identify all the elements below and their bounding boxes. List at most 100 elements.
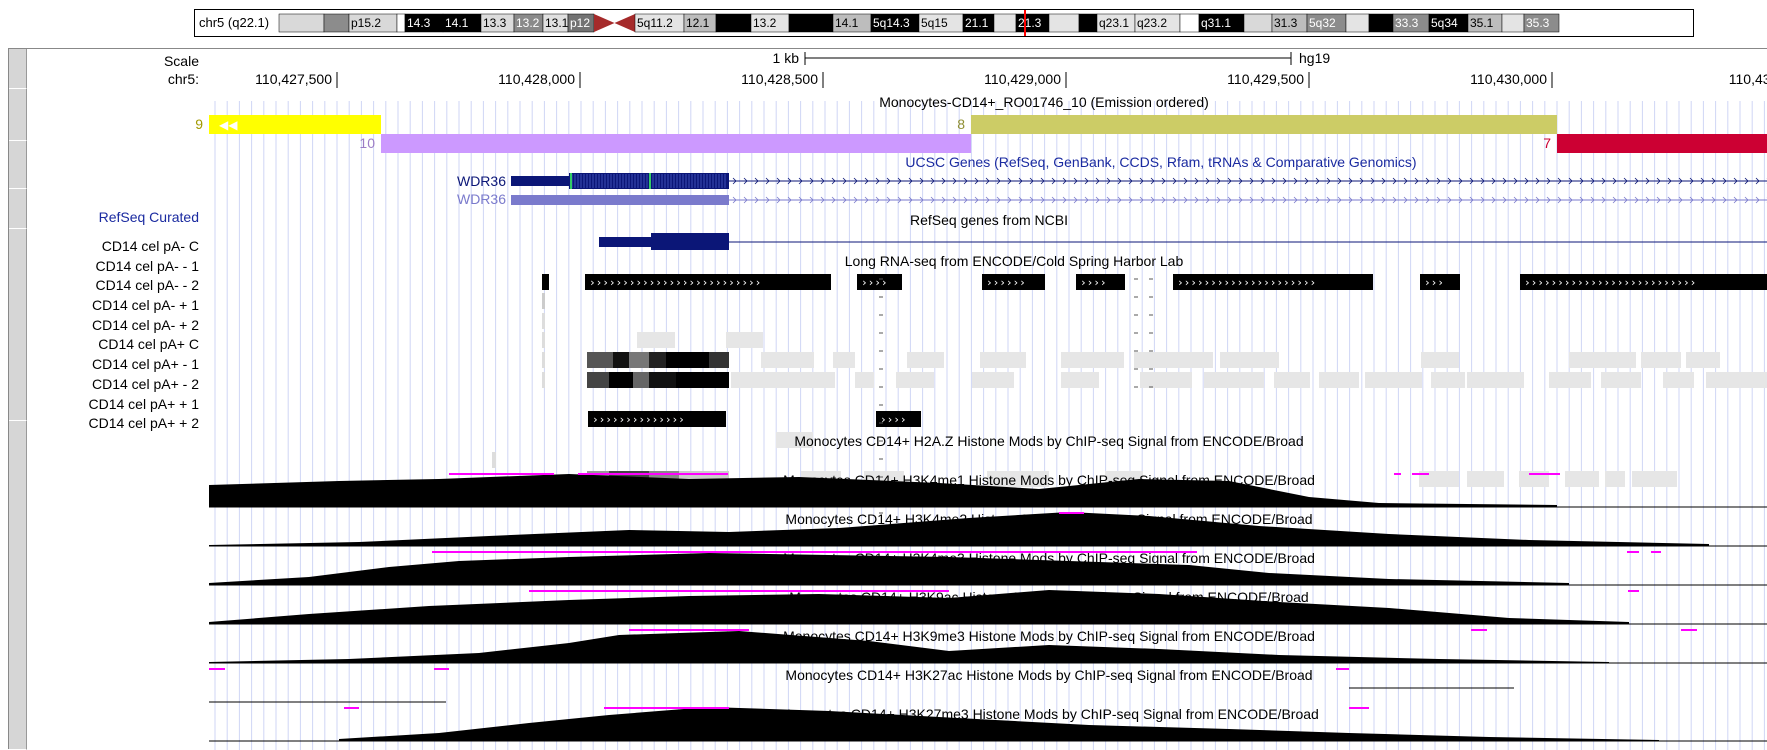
rnaseq-signal-block [633, 372, 649, 388]
ideogram-band-label: 5q11.2 [637, 16, 673, 30]
genome-browser-image[interactable]: Scale chr5: RefSeq Curated CD14 cel pA- … [8, 48, 1767, 750]
rnaseq-signal-block [649, 372, 676, 388]
gene-utr [511, 176, 569, 186]
overlimit-marker [629, 629, 749, 631]
rnaseq-signal-block [1220, 352, 1279, 368]
overlimit-marker [1681, 629, 1697, 631]
ideogram-band [1078, 13, 1098, 33]
rnaseq-signal-block [972, 372, 1014, 388]
rnaseq-signal-block [629, 352, 649, 368]
overlimit-marker [604, 707, 729, 709]
ideogram-band-label: 21.3 [1018, 16, 1042, 30]
rnaseq-signal-block [731, 372, 835, 388]
ideogram-band [715, 13, 752, 33]
ideogram-band [788, 13, 834, 33]
rnaseq-signal-block [833, 352, 855, 368]
rnaseq-signal-block [709, 352, 729, 368]
rnaseq-signal-block [1467, 372, 1524, 388]
rnaseq-signal-block [1686, 352, 1720, 368]
histone-track-title: Monocytes CD14+ H3K9me3 Histone Mods by … [783, 628, 1315, 644]
gene-name: WDR36 [457, 191, 506, 207]
chromhmm-state-10 [381, 134, 971, 153]
ideogram-band-label: 5q15 [921, 16, 948, 30]
ideogram-band-label: 14.1 [445, 16, 469, 30]
position-label: 110,429,000 [984, 71, 1061, 87]
ideogram-band-label: q31.1 [1201, 16, 1231, 30]
rnaseq-signal-block [676, 372, 729, 388]
contig-strand-arrows: ›››› [880, 413, 907, 426]
ideogram-band [1345, 13, 1370, 33]
ideogram-band [1368, 13, 1394, 33]
rnaseq-signal-block [761, 352, 814, 368]
position-label: 110,429,500 [1227, 71, 1304, 87]
overlimit-marker [434, 668, 449, 670]
overlimit-marker [209, 668, 225, 670]
rnaseq-signal-block [896, 372, 934, 388]
rnaseq-signal-block [726, 332, 763, 348]
rnaseq-signal-block [542, 293, 545, 309]
rnaseq-signal-block [1431, 372, 1465, 388]
ideogram-band-label: 5q32 [1309, 16, 1336, 30]
rnaseq-signal-block [1061, 372, 1099, 388]
state-number: 8 [957, 116, 965, 132]
rnaseq-signal-block [542, 372, 545, 388]
position-label: 110,430,000 [1470, 71, 1547, 87]
ideogram-chrom-label: chr5 (q22.1) [199, 15, 269, 30]
rnaseq-signal-block [1134, 352, 1213, 368]
refseq-exon [651, 233, 729, 250]
refseq-title: RefSeq genes from NCBI [910, 212, 1068, 228]
ideogram-band-label: 14.1 [835, 16, 859, 30]
overlimit-marker [1471, 629, 1487, 631]
rnaseq-signal-block [1549, 372, 1591, 388]
ideogram-band-label: 35.1 [1470, 16, 1494, 30]
ucsc-genes-title: UCSC Genes (RefSeq, GenBank, CCDS, Rfam,… [905, 154, 1416, 170]
rnaseq-signal-block [1204, 372, 1264, 388]
histone-track-title: Monocytes CD14+ H3K4me1 Histone Mods by … [783, 472, 1315, 488]
ideogram-band [1243, 13, 1273, 33]
rnaseq-signal-block [637, 332, 675, 348]
histone-track-title: Monocytes CD14+ H3K9ac Histone Mods by C… [789, 589, 1308, 605]
ideogram-band-label: 33.3 [1395, 16, 1419, 30]
overlimit-marker [1627, 551, 1639, 553]
rnaseq-signal-block [1641, 352, 1681, 368]
rnaseq-signal-block [609, 372, 633, 388]
rnaseq-signal-block [649, 352, 666, 368]
state-number: 10 [359, 135, 375, 151]
rnaseq-signal-block [1140, 372, 1192, 388]
contig-strand-arrows: ›››››› [986, 276, 1026, 289]
overlimit-marker [1349, 707, 1369, 709]
rnaseq-signal-block [1061, 352, 1124, 368]
chromosome-ideogram[interactable]: chr5 (q22.1) p15.2 14.3 14.1 13.3 13.2 13.1 p12… [194, 9, 1694, 37]
contig-strand-arrows: ›››››››››››››››››››››››››› [589, 276, 761, 289]
rnaseq-title: Long RNA-seq from ENCODE/Cold Spring Har… [845, 253, 1184, 269]
contig-strand-arrows: ››››››››››››››››››››› [1177, 276, 1316, 289]
ideogram-band-label: 21.1 [965, 16, 989, 30]
histone-track-title: Monocytes CD14+ H2A.Z Histone Mods by Ch… [794, 433, 1303, 449]
contig-strand-arrows: ›››› [861, 276, 888, 289]
ideogram-band [323, 13, 350, 33]
ideogram-band-label: 13.1 [545, 16, 569, 30]
overlimit-marker [1394, 473, 1401, 475]
ideogram-band [1179, 13, 1200, 33]
ideogram-band-label: 35.3 [1526, 16, 1550, 30]
chromhmm-state-8 [971, 115, 1557, 134]
scale-bar-text: 1 kb [773, 50, 800, 66]
histone-track-title: Monocytes CD14+ H3K4me2 Histone Mods by … [785, 511, 1312, 527]
start-codon-mark [570, 173, 572, 189]
chromhmm-track: Monocytes-CD14+_RO01746_10 (Emission ord… [195, 94, 1767, 153]
rnaseq-signal-block [980, 352, 1026, 368]
rnaseq-signal-block [1632, 471, 1677, 487]
rnaseq-signal-block [1274, 372, 1310, 388]
ideogram-bands[interactable]: chr5 (q22.1) p15.2 14.3 14.1 13.3 13.2 13.1 p12… [195, 10, 1693, 36]
ideogram-band-label: 12.1 [686, 16, 710, 30]
track-image[interactable]: 1 kb hg19 110,427,500 110,428,000 110,428,50… [9, 49, 1767, 750]
splice-mark [649, 173, 651, 189]
rnaseq-signal-block [1421, 352, 1459, 368]
ideogram-band [993, 13, 1017, 33]
rnaseq-signal-block [1565, 471, 1599, 487]
rnaseq-signal-block [1663, 372, 1694, 388]
overlimit-marker [1628, 590, 1639, 592]
rnaseq-signal-block [907, 352, 944, 368]
centromere-p [594, 14, 615, 32]
chromhmm-title: Monocytes-CD14+_RO01746_10 (Emission ord… [879, 94, 1209, 110]
